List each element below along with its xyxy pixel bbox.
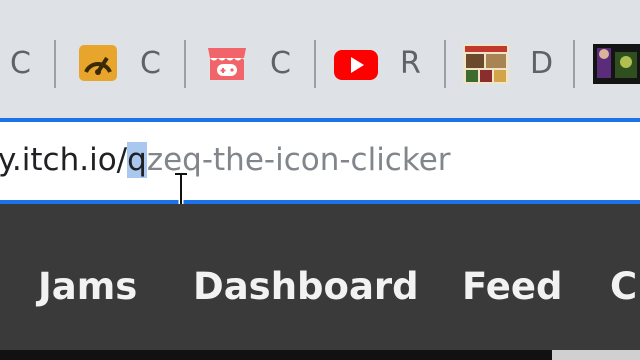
- bookmark-label: R: [400, 46, 421, 81]
- bookmark-separator: [54, 40, 56, 88]
- site-nav: Jams Dashboard Feed C: [0, 204, 640, 360]
- bookmark-label: C: [140, 46, 161, 81]
- url-host: y.itch.io/: [0, 142, 128, 178]
- photo-icon: [593, 42, 640, 84]
- bookmark-label: D: [530, 46, 554, 81]
- bookmark-item-6[interactable]: [593, 38, 640, 90]
- bookmark-item-2[interactable]: C: [76, 38, 176, 90]
- bookmark-separator: [444, 40, 446, 88]
- url-text[interactable]: y.itch.io/qzeq-the-icon-clicker: [0, 137, 451, 183]
- youtube-icon: [333, 42, 378, 84]
- bookmark-item-5[interactable]: D: [463, 38, 563, 90]
- url-path: zeq-the-icon-clicker: [146, 142, 451, 178]
- store-icon: [205, 42, 246, 84]
- address-bar[interactable]: y.itch.io/qzeq-the-icon-clicker: [0, 118, 640, 204]
- bookmark-separator: [184, 40, 186, 88]
- page-content-edge-highlight: [552, 350, 640, 360]
- thumbnail-icon: [463, 42, 509, 84]
- bookmark-item-1[interactable]: C: [0, 38, 40, 90]
- nav-dashboard[interactable]: Dashboard: [193, 264, 419, 310]
- bookmark-separator: [314, 40, 316, 88]
- nav-more[interactable]: C: [610, 264, 637, 310]
- bookmarks-bar: C C C R D: [0, 0, 640, 118]
- speedometer-icon: [78, 42, 118, 84]
- bookmark-label: C: [10, 46, 31, 81]
- page-content-edge: [0, 350, 640, 360]
- bookmark-item-4[interactable]: R: [333, 38, 433, 90]
- bookmark-item-3[interactable]: C: [205, 38, 305, 90]
- bookmark-separator: [573, 40, 575, 88]
- nav-feed[interactable]: Feed: [462, 264, 562, 310]
- bookmark-label: C: [270, 46, 291, 81]
- url-selection: q: [127, 142, 147, 178]
- nav-jams[interactable]: Jams: [38, 264, 137, 310]
